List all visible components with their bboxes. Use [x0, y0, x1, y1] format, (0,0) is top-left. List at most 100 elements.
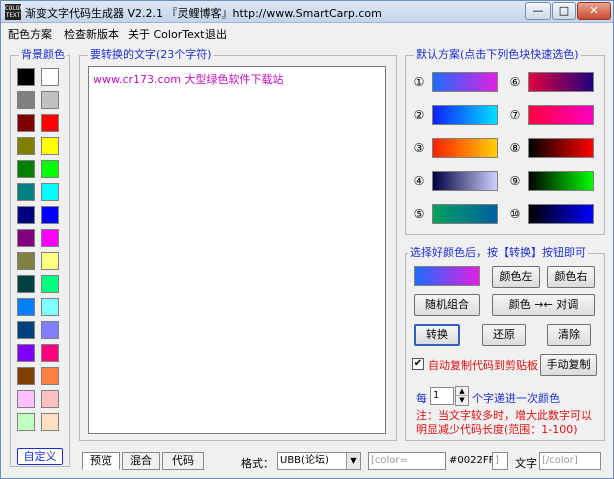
bg-swatch[interactable]	[17, 390, 35, 408]
restore-button[interactable]: 还原	[482, 324, 526, 346]
tab-code[interactable]: 代码	[162, 452, 204, 470]
minimize-button[interactable]: —	[525, 2, 551, 20]
bg-swatch[interactable]	[17, 367, 35, 385]
bg-swatch[interactable]	[17, 68, 35, 86]
preset-number: ③	[413, 141, 425, 155]
preset-gradient-swatch[interactable]	[432, 138, 498, 158]
bg-swatch[interactable]	[41, 68, 59, 86]
title-bar[interactable]: COLOR TEXT 渐变文字代码生成器 V2.2.1 『灵鲤博客』http:/…	[1, 1, 613, 23]
chevron-down-icon[interactable]: ▼	[346, 453, 360, 469]
bg-swatch[interactable]	[41, 160, 59, 178]
preset-group-label: 默认方案(点击下列色块快速选色)	[414, 48, 581, 61]
menu-color-scheme[interactable]: 配色方案	[8, 26, 52, 42]
bg-swatch[interactable]	[17, 344, 35, 362]
menu-bar: 配色方案 检查新版本 关于 ColorText 退出	[1, 24, 613, 42]
preset-gradient-swatch[interactable]	[528, 72, 594, 92]
bg-swatch[interactable]	[17, 275, 35, 293]
bg-swatch[interactable]	[17, 160, 35, 178]
format-label: 格式：	[241, 457, 274, 470]
tag-end-field[interactable]: [/color]	[539, 452, 601, 470]
text-input-content: www.cr173.com 大型绿色软件下载站	[93, 73, 284, 86]
app-window: COLOR TEXT 渐变文字代码生成器 V2.2.1 『灵鲤博客』http:/…	[0, 0, 614, 479]
text-input-area[interactable]: www.cr173.com 大型绿色软件下载站	[88, 66, 386, 434]
auto-copy-label: 自动复制代码到剪贴板	[428, 359, 538, 372]
convert-group-label: 选择好颜色后，按【转换】按钮即可	[408, 246, 588, 259]
step-suffix-label: 个字递进一次颜色	[472, 392, 560, 405]
random-combo-button[interactable]: 随机组合	[414, 294, 480, 316]
bg-swatch[interactable]	[17, 413, 35, 431]
preset-number: ⑨	[509, 174, 521, 188]
tab-mix[interactable]: 混合	[122, 452, 160, 470]
selected-gradient-preview	[414, 266, 480, 286]
convert-button[interactable]: 转换	[414, 324, 460, 346]
format-select[interactable]: UBB(论坛) ▼	[277, 452, 361, 470]
tag-open-field[interactable]: [color=	[368, 452, 446, 470]
bg-swatch[interactable]	[17, 206, 35, 224]
bg-color-group: 背景颜色 自定义	[10, 49, 70, 467]
preset-gradient-swatch[interactable]	[528, 171, 594, 191]
bg-swatch[interactable]	[17, 114, 35, 132]
preset-gradient-swatch[interactable]	[528, 105, 594, 125]
preset-gradient-swatch[interactable]	[432, 72, 498, 92]
bg-swatch[interactable]	[41, 114, 59, 132]
bg-swatch[interactable]	[41, 298, 59, 316]
bg-swatch[interactable]	[41, 206, 59, 224]
bg-swatch[interactable]	[17, 252, 35, 270]
bg-swatch[interactable]	[41, 390, 59, 408]
bg-swatch[interactable]	[41, 367, 59, 385]
menu-exit[interactable]: 退出	[205, 26, 227, 42]
preset-gradient-swatch[interactable]	[528, 138, 594, 158]
tag-close-field[interactable]: ]	[492, 452, 508, 470]
bg-swatch[interactable]	[17, 183, 35, 201]
bg-swatch[interactable]	[41, 137, 59, 155]
hex-value-label: #0022FF	[449, 455, 495, 466]
preset-gradient-swatch[interactable]	[432, 204, 498, 224]
clear-button[interactable]: 清除	[547, 324, 591, 346]
preset-gradient-swatch[interactable]	[432, 105, 498, 125]
bg-swatch[interactable]	[17, 321, 35, 339]
preset-number: ⑤	[413, 207, 425, 221]
bg-color-label: 背景颜色	[19, 48, 67, 61]
bg-swatch[interactable]	[41, 321, 59, 339]
bg-swatch[interactable]	[41, 252, 59, 270]
bg-swatch[interactable]	[17, 298, 35, 316]
step-prefix-label: 每	[416, 392, 427, 405]
preset-number: ②	[413, 108, 425, 122]
maximize-button[interactable]: □	[552, 2, 576, 20]
menu-check-update[interactable]: 检查新版本	[64, 26, 119, 42]
preset-gradient-swatch[interactable]	[528, 204, 594, 224]
bg-swatch[interactable]	[17, 137, 35, 155]
spin-down-icon[interactable]: ▼	[456, 396, 468, 405]
close-button[interactable]: ✕	[577, 2, 611, 20]
preset-gradient-swatch[interactable]	[432, 171, 498, 191]
bg-swatch[interactable]	[41, 229, 59, 247]
bg-swatch[interactable]	[41, 275, 59, 293]
bg-swatch[interactable]	[17, 91, 35, 109]
text-group-label: 要转换的文字(23个字符)	[88, 48, 214, 61]
preset-group: 默认方案(点击下列色块快速选色) ① ⑥ ② ⑦ ③ ⑧ ④ ⑨ ⑤ ⑩	[405, 49, 605, 235]
convert-group: 选择好颜色后，按【转换】按钮即可 颜色左 颜色右 随机组合 颜色 →← 对调 转…	[405, 247, 605, 441]
swap-colors-button[interactable]: 颜色 →← 对调	[492, 294, 595, 316]
left-color-button[interactable]: 颜色左	[492, 266, 540, 288]
bg-swatch[interactable]	[41, 183, 59, 201]
format-select-value: UBB(论坛)	[280, 455, 329, 466]
bg-swatch[interactable]	[17, 229, 35, 247]
preset-number: ①	[413, 75, 425, 89]
custom-color-button[interactable]: 自定义	[17, 448, 63, 465]
tab-preview[interactable]: 预览	[82, 452, 120, 470]
bg-swatch[interactable]	[41, 413, 59, 431]
bg-swatch[interactable]	[41, 344, 59, 362]
text-group: 要转换的文字(23个字符) www.cr173.com 大型绿色软件下载站	[79, 49, 397, 441]
manual-copy-button[interactable]: 手动复制	[540, 354, 597, 376]
preset-number: ⑧	[509, 141, 521, 155]
auto-copy-checkbox[interactable]: ✔	[412, 358, 424, 370]
bg-swatch[interactable]	[41, 91, 59, 109]
preset-number: ④	[413, 174, 425, 188]
step-input[interactable]: 1	[430, 387, 454, 405]
preset-number: ⑦	[509, 108, 521, 122]
step-spinner[interactable]: ▲ ▼	[455, 386, 469, 406]
right-color-button[interactable]: 颜色右	[547, 266, 595, 288]
menu-about[interactable]: 关于 ColorText	[128, 26, 204, 42]
window-title: 渐变文字代码生成器 V2.2.1 『灵鲤博客』http://www.SmartC…	[25, 7, 382, 20]
spin-up-icon[interactable]: ▲	[456, 387, 468, 396]
